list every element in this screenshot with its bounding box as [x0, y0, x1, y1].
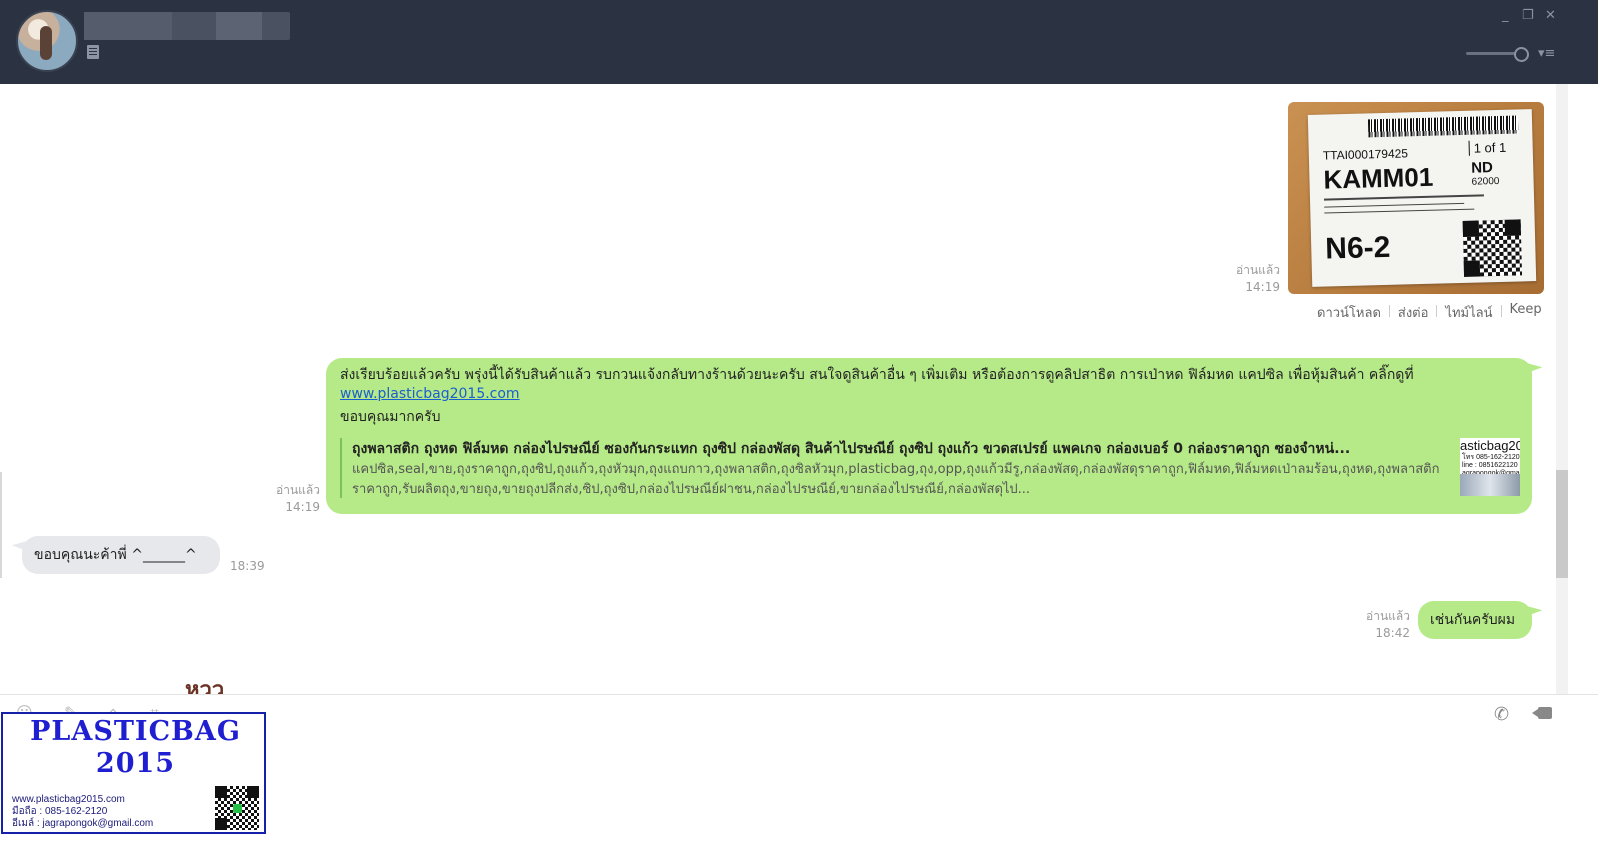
watermark-website: www.plasticbag2015.com — [12, 794, 125, 805]
label-code: KAMM01 — [1323, 161, 1434, 195]
watermark-phone: มือถือ : 085-162-2120 — [12, 806, 108, 817]
avatar[interactable] — [16, 10, 78, 72]
label-line — [1323, 194, 1484, 201]
watermark-email: อีเมล์ : jagrapongok@gmail.com — [12, 818, 154, 829]
restore-icon[interactable]: ❐ — [1522, 8, 1534, 23]
label-line — [1324, 202, 1465, 208]
label-line — [1324, 208, 1475, 214]
minimize-icon[interactable]: _ — [1502, 8, 1509, 23]
label-zip: 62000 — [1471, 175, 1500, 188]
label-nd: ND — [1471, 159, 1494, 177]
image-actions: ดาวน์โหลด ส่งต่อ ไทม์ไลน์ Keep — [1317, 302, 1542, 323]
timestamp: 14:19 — [285, 500, 320, 514]
website-link[interactable]: www.plasticbag2015.com — [340, 386, 520, 402]
divider — [1436, 305, 1438, 317]
forward-link[interactable]: ส่งต่อ — [1398, 302, 1429, 323]
chat-header: _ ❐ ✕ ▾≡ — [0, 0, 1598, 84]
divider — [0, 472, 2, 578]
note-icon[interactable] — [87, 45, 99, 59]
watermark-info: www.plasticbag2015.com มือถือ : 085-162-… — [12, 794, 153, 830]
preview-description: แคปซิล,seal,ขาย,ถุงราคาถูก,ถุงซิป,ถุงแก้… — [352, 462, 1440, 497]
menu-icon[interactable]: ▾≡ — [1538, 46, 1555, 61]
watermark-title: PLASTICBAG 2015 — [30, 716, 241, 779]
link-preview[interactable]: ถุงพลาสติก ถุงหด ฟิล์มหด กล่องไปรษณีย์ ซ… — [340, 438, 1520, 498]
preview-thumbnail: asticbag20 โทร 085-162-2120 line : 08516… — [1460, 438, 1520, 496]
message-text: ขอบคุณนะค้าพี่ ^______^ — [34, 547, 197, 563]
text-msg-meta: อ่านแล้ว 14:19 — [268, 482, 320, 516]
timestamp: 18:39 — [230, 559, 265, 573]
reply-msg-meta: อ่านแล้ว 18:42 — [1360, 608, 1410, 642]
read-label: อ่านแล้ว — [276, 483, 320, 497]
contact-name-redacted — [84, 12, 290, 40]
read-label: อ่านแล้ว — [1366, 609, 1410, 623]
thumb-title: asticbag20 — [1460, 438, 1520, 453]
image-msg-meta: อ่านแล้ว 14:19 — [1230, 262, 1280, 296]
outgoing-message-bubble[interactable]: ส่งเรียบร้อยแล้วครับ พรุ่งนี้ได้รับสินค้… — [326, 358, 1532, 514]
message-text: ส่งเรียบร้อยแล้วครับ พรุ่งนี้ได้รับสินค้… — [340, 367, 1414, 383]
read-label: อ่านแล้ว — [1236, 263, 1280, 277]
close-icon[interactable]: ✕ — [1545, 8, 1556, 23]
scrollbar-thumb[interactable] — [1556, 470, 1568, 578]
scrollbar-track[interactable] — [1556, 84, 1568, 694]
incoming-message-bubble[interactable]: ขอบคุณนะค้าพี่ ^______^ — [22, 536, 220, 574]
line-icon — [233, 804, 242, 813]
barcode — [1367, 115, 1519, 138]
timestamp: 14:19 — [1245, 280, 1280, 294]
divider — [1388, 305, 1390, 317]
message-text: ขอบคุณมากครับ — [340, 409, 441, 425]
timeline-link[interactable]: ไทม์ไลน์ — [1445, 302, 1492, 323]
qr-code — [1462, 219, 1523, 277]
video-icon[interactable] — [1532, 707, 1552, 719]
image-message[interactable]: TTAI000179425 KAMM01 1 of 1 ND 62000 N6-… — [1288, 102, 1544, 294]
timestamp: 18:42 — [1375, 626, 1410, 640]
message-text: เช่นกันครับผม — [1430, 612, 1516, 628]
keep-link[interactable]: Keep — [1510, 302, 1542, 323]
download-link[interactable]: ดาวน์โหลด — [1317, 302, 1381, 323]
tracking-number: TTAI000179425 — [1322, 146, 1409, 163]
outgoing-message-bubble[interactable]: เช่นกันครับผม — [1418, 601, 1532, 639]
divider — [1500, 305, 1502, 317]
shipping-label: TTAI000179425 KAMM01 1 of 1 ND 62000 N6-… — [1307, 109, 1537, 287]
watermark-logo: PLASTICBAG 2015 www.plasticbag2015.com ม… — [1, 712, 266, 834]
label-count: 1 of 1 — [1468, 139, 1507, 156]
zoom-slider-knob[interactable] — [1514, 47, 1529, 62]
call-icon[interactable]: ✆ — [1494, 704, 1509, 725]
thumb-image — [1460, 474, 1520, 496]
preview-title: ถุงพลาสติก ถุงหด ฟิล์มหด กล่องไปรษณีย์ ซ… — [352, 441, 1351, 457]
sort-code: N6-2 — [1324, 230, 1391, 266]
